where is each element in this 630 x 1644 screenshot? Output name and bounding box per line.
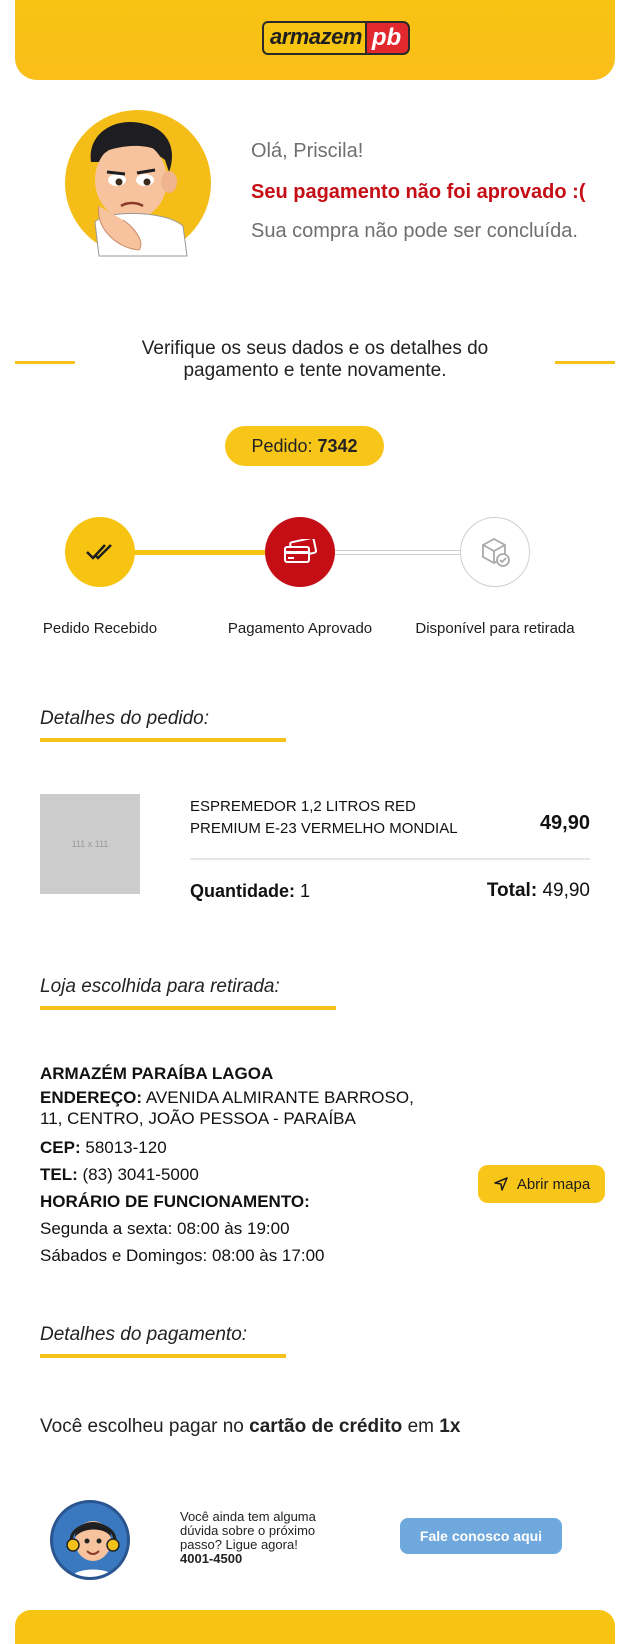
store-phone: TEL: (83) 3041-5000	[40, 1161, 460, 1188]
quantity-value: 1	[300, 881, 311, 901]
step-received	[65, 517, 135, 587]
payment-method: cartão de crédito	[249, 1416, 403, 1437]
progress-segment-done	[130, 550, 265, 555]
store-cep: CEP: 58013-120	[40, 1134, 460, 1161]
product-price: 49,90	[539, 812, 590, 834]
credit-card-icon	[284, 539, 317, 563]
payment-installments: 1x	[439, 1416, 461, 1437]
address-label: ENDEREÇO:	[40, 1088, 143, 1107]
payment-middle: em	[407, 1416, 434, 1437]
hero-message: Olá, Priscila! Seu pagamento não foi apr…	[251, 140, 585, 243]
help-line-3: passo? Ligue agora!	[180, 1537, 298, 1552]
step-label-pickup: Disponível para retirada	[415, 620, 575, 637]
product-divider	[190, 858, 590, 860]
product-name: ESPREMEDOR 1,2 LITROS RED PREMIUM E-23 V…	[190, 796, 490, 840]
double-check-icon	[86, 544, 112, 560]
mascot-avatar	[65, 110, 211, 257]
tel-value: (83) 3041-5000	[82, 1165, 199, 1184]
payment-prefix: Você escolheu pagar no	[40, 1416, 244, 1437]
help-phone: 4001-4500	[180, 1551, 243, 1566]
payment-title: Detalhes do pagamento:	[40, 1324, 248, 1345]
hours-weekdays: Segunda a sexta: 08:00 às 19:00	[40, 1219, 290, 1238]
payment-method-text: Você escolheu pagar no cartão de crédito…	[40, 1416, 460, 1438]
order-number: 7342	[317, 436, 358, 456]
total-value: 49,90	[542, 880, 590, 901]
order-details-title: Detalhes do pedido:	[40, 708, 210, 729]
open-map-label: Abrir mapa	[516, 1175, 591, 1193]
progress-segment-pending	[330, 550, 465, 555]
payment-status-title: Seu pagamento não foi aprovado :(	[251, 181, 586, 203]
order-details-underline	[40, 738, 286, 742]
image-placeholder-text: 111 x 111	[71, 839, 109, 849]
product-image: 111 x 111	[40, 794, 140, 894]
store-title: Loja escolhida para retirada:	[40, 976, 280, 997]
contact-us-button[interactable]: Fale conosco aqui	[400, 1518, 562, 1554]
hours-weekends: Sábados e Domingos: 08:00 às 17:00	[40, 1246, 325, 1265]
hours-label: HORÁRIO DE FUNCIONAMENTO:	[40, 1192, 310, 1211]
tel-label: TEL:	[40, 1165, 78, 1184]
step-label-payment: Pagamento Aprovado	[227, 620, 373, 637]
header-bar: armazem pb	[15, 0, 615, 80]
footer-bar	[15, 1610, 615, 1644]
step-pickup	[460, 517, 530, 587]
product-name-line-2: PREMIUM E-23 VERMELHO MONDIAL	[190, 820, 458, 837]
total-label: Total:	[486, 880, 538, 901]
greeting-text: Olá, Priscila!	[251, 140, 364, 162]
product-name-line-1: ESPREMEDOR 1,2 LITROS RED	[190, 798, 416, 815]
address-line-1: AVENIDA ALMIRANTE BARROSO,	[145, 1088, 414, 1107]
verify-line-2: pagamento e tente novamente.	[183, 360, 447, 381]
logo-text: armazem	[262, 21, 365, 55]
order-label: Pedido:	[251, 436, 313, 456]
navigation-arrow-icon	[494, 1177, 508, 1191]
store-address: ENDEREÇO: AVENIDA ALMIRANTE BARROSO, 11,…	[40, 1087, 460, 1129]
purchase-message: Sua compra não pode ser concluída.	[251, 220, 578, 242]
divider-right	[555, 361, 615, 364]
divider-left	[15, 361, 75, 364]
support-agent-avatar	[50, 1500, 130, 1580]
help-line-1: Você ainda tem alguma	[180, 1509, 316, 1524]
package-check-icon	[482, 537, 510, 567]
payment-underline	[40, 1354, 286, 1358]
product-quantity: Quantidade: 1	[190, 881, 310, 902]
open-map-button[interactable]: Abrir mapa	[478, 1165, 605, 1203]
order-total: Total: 49,90	[487, 880, 590, 902]
help-text: Você ainda tem alguma dúvida sobre o pró…	[180, 1510, 340, 1566]
address-line-2: 11, CENTRO, JOÃO PESSOA - PARAÍBA	[40, 1109, 356, 1128]
step-label-received: Pedido Recebido	[42, 620, 158, 637]
help-line-2: dúvida sobre o próximo	[180, 1523, 316, 1538]
logo-suffix: pb	[364, 21, 411, 55]
store-underline	[40, 1006, 336, 1010]
cep-label: CEP:	[40, 1138, 81, 1157]
store-info: ARMAZÉM PARAÍBA LAGOA ENDEREÇO: AVENIDA …	[40, 1060, 460, 1269]
order-number-badge: Pedido: 7342	[225, 426, 384, 466]
brand-logo[interactable]: armazem pb	[262, 21, 411, 55]
step-payment	[265, 517, 335, 587]
quantity-label: Quantidade:	[190, 881, 296, 901]
verify-line-1: Verifique os seus dados e os detalhes do	[141, 338, 489, 359]
verify-notice: Verifique os seus dados e os detalhes do…	[100, 338, 530, 382]
cep-value: 58013-120	[85, 1138, 167, 1157]
store-name: ARMAZÉM PARAÍBA LAGOA	[40, 1064, 274, 1083]
